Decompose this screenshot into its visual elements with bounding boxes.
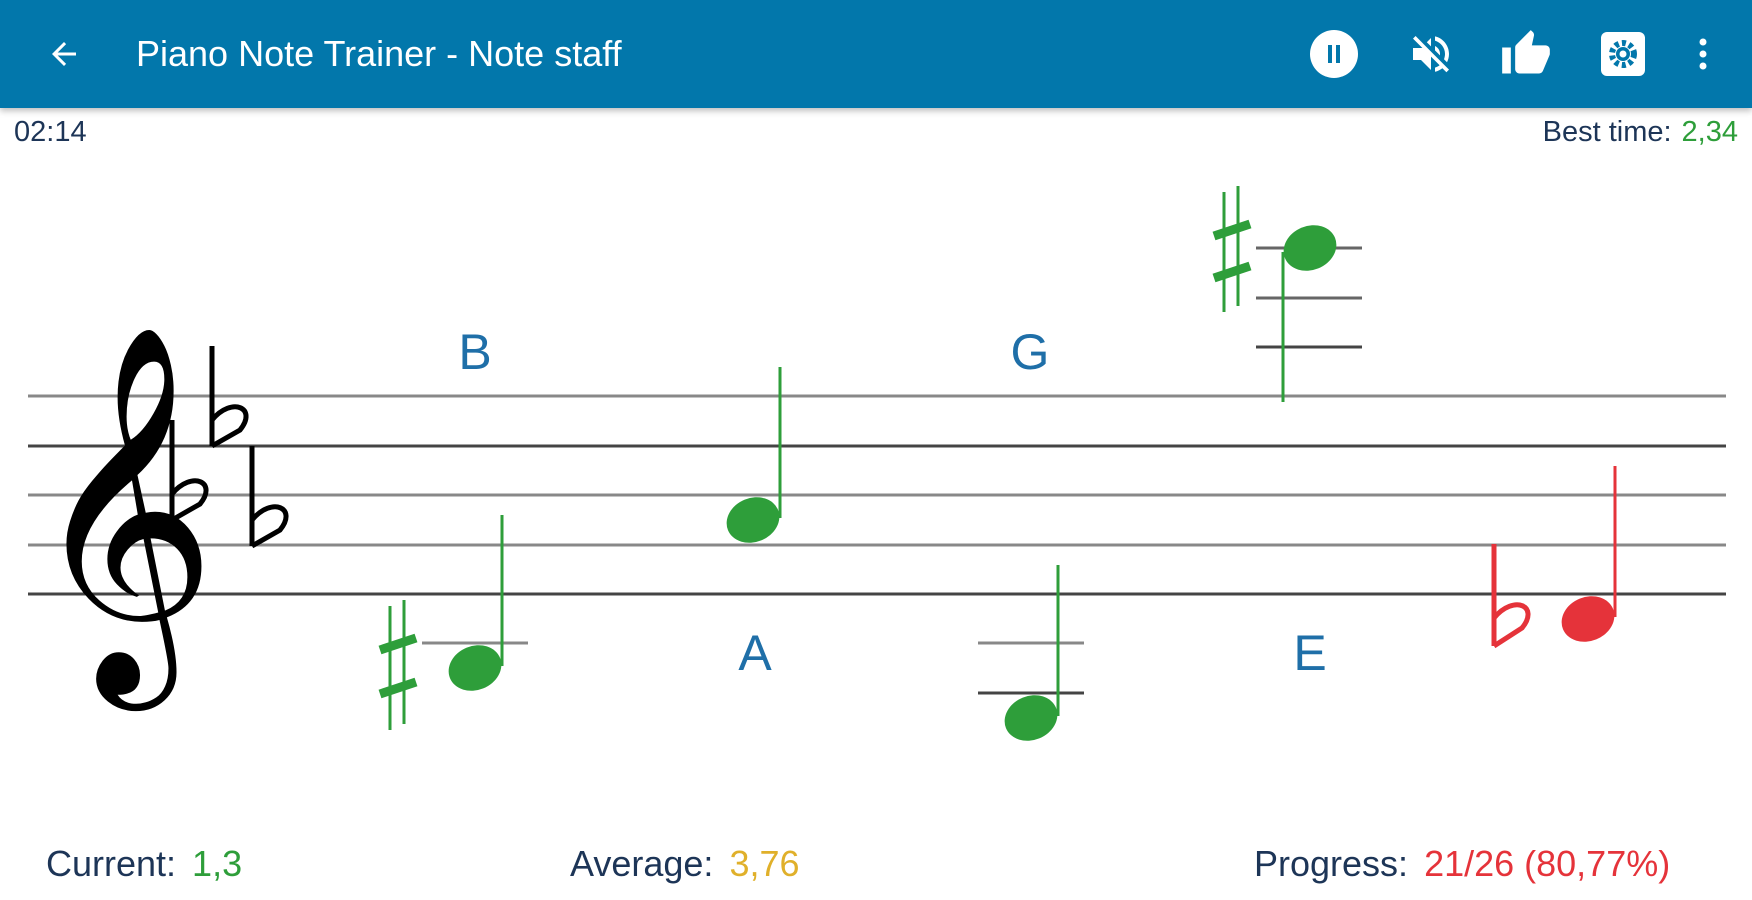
- sharp-icon: [1212, 186, 1252, 312]
- staff-lines: [28, 394, 1726, 596]
- progress-stat: Progress: 21/26 (80,77%): [1254, 843, 1670, 885]
- note-label: G: [1010, 324, 1050, 380]
- sharp-icon: [378, 600, 418, 730]
- treble-clef-icon: 𝄞: [28, 322, 217, 713]
- current-stat: Current: 1,3: [46, 843, 242, 885]
- progress-value: 21/26 (80,77%): [1424, 843, 1671, 884]
- note-label: A: [738, 625, 772, 681]
- note-label: E: [1293, 625, 1327, 681]
- note-label: B: [458, 324, 492, 380]
- note-4: [1212, 186, 1362, 402]
- note-staff: 𝄞: [28, 186, 1726, 741]
- average-stat: Average: 3,76: [570, 843, 800, 885]
- progress-label: Progress:: [1254, 843, 1409, 884]
- average-value: 3,76: [729, 843, 800, 884]
- note-1: [378, 515, 528, 730]
- current-value: 1,3: [192, 843, 243, 884]
- average-label: Average:: [570, 843, 714, 884]
- current-label: Current:: [46, 843, 177, 884]
